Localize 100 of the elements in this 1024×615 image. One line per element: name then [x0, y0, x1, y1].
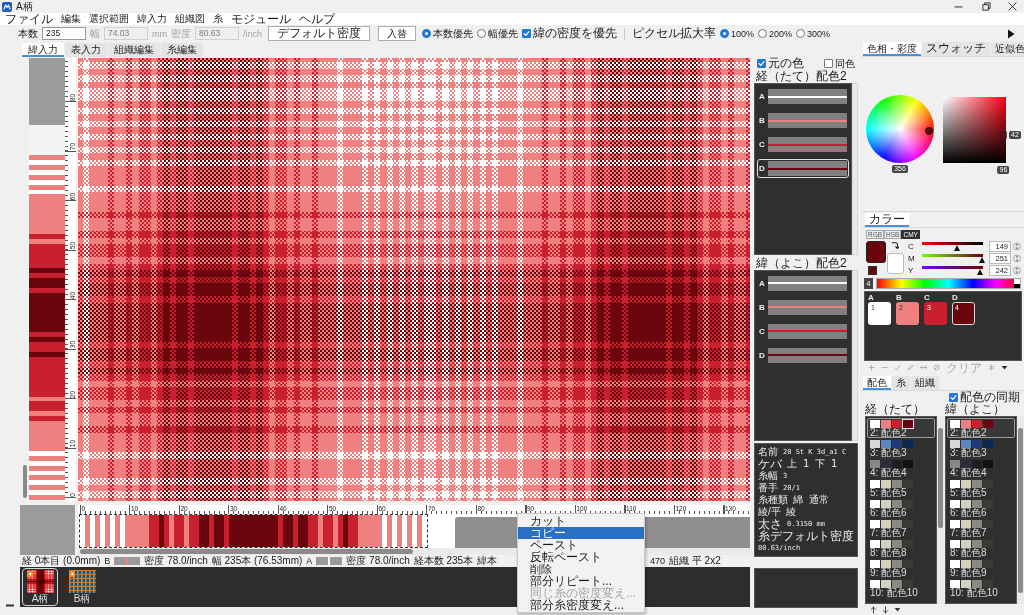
color-set-item[interactable]: 4: 配色4 [947, 458, 1015, 478]
menu-item[interactable]: 緯入力 [133, 13, 171, 25]
tab[interactable]: 色相・彩度 [863, 42, 921, 56]
color-set-item[interactable]: 5: 配色5 [947, 478, 1015, 498]
menu-item[interactable]: 選択範囲 [85, 13, 133, 25]
color-set-label: 4: 配色4 [870, 468, 908, 478]
menu-item[interactable]: モジュール [227, 13, 295, 25]
toolbar-button[interactable]: デフォルト密度 [268, 26, 370, 41]
menu-item[interactable]: 部分糸密度変え... [518, 599, 644, 611]
tab[interactable]: カラー [865, 213, 909, 227]
spinner-icon[interactable] [1013, 240, 1021, 252]
spinner-icon[interactable] [1013, 252, 1021, 264]
yarn-row[interactable]: C [757, 135, 849, 154]
arrow-down-icon[interactable] [882, 605, 889, 614]
pattern-thumbnail[interactable]: B柄 [64, 568, 100, 606]
tab[interactable]: 組織 [911, 376, 939, 390]
scrollbar-track[interactable] [852, 83, 858, 255]
small-color-swatch[interactable] [868, 266, 877, 275]
scrollbar-track[interactable] [852, 269, 858, 441]
palette-letter: A [868, 293, 875, 302]
menu-item[interactable]: ヘルプ [295, 13, 339, 25]
minus-icon[interactable] [6, 604, 14, 607]
caret-right-icon[interactable] [1007, 28, 1015, 39]
color-set-item[interactable]: 10: 配色10 [947, 578, 1015, 598]
spectrum-bar[interactable] [876, 277, 1021, 289]
yarn-row[interactable]: C [757, 321, 849, 341]
yarn-row[interactable]: A [757, 87, 849, 106]
color-set-item[interactable]: 7: 配色7 [947, 518, 1015, 538]
hue-marker[interactable] [925, 127, 934, 136]
color-set-item[interactable]: 9: 配色9 [867, 558, 935, 578]
toolbar-button[interactable]: 入替 [378, 26, 416, 41]
color-set-item[interactable]: 4: 配色4 [867, 458, 935, 478]
tab[interactable]: 近似色 [991, 42, 1024, 56]
color-set-item[interactable]: 2: 配色2 [947, 418, 1015, 438]
caret-down-icon[interactable] [894, 606, 901, 613]
preview-panel [20, 505, 75, 555]
radio-button[interactable] [720, 29, 729, 38]
scrollbar-thumb[interactable] [22, 465, 27, 498]
radio-button[interactable] [758, 29, 768, 38]
menu-item[interactable]: 組織図 [171, 13, 209, 25]
color-set-item[interactable]: 9: 配色9 [947, 558, 1015, 578]
scrollbar-thumb[interactable] [938, 428, 943, 528]
menu-item[interactable]: 糸 [209, 13, 227, 25]
scrollbar-thumb[interactable] [80, 549, 413, 554]
color-set-item[interactable]: 10: 配色10 [867, 578, 935, 598]
color-set-item[interactable]: 7: 配色7 [867, 518, 935, 538]
saturation-brightness-square[interactable] [943, 97, 1006, 163]
scrollbar-thumb[interactable] [1018, 428, 1023, 593]
yarn-row[interactable]: A [757, 273, 849, 293]
color-set-item[interactable]: 3: 配色3 [947, 438, 1015, 458]
color-set-item[interactable]: 3: 配色3 [867, 438, 935, 458]
yarn-row[interactable]: B [757, 111, 849, 130]
menu-item[interactable]: 反転ペースト [518, 551, 644, 563]
radio-button[interactable] [796, 29, 806, 38]
checkbox[interactable] [949, 392, 958, 402]
menu-item: 同じ糸の密度変え... [529, 587, 637, 599]
color-set-item[interactable]: 8: 配色8 [947, 538, 1015, 558]
tab[interactable]: 表入力 [65, 43, 107, 57]
tab[interactable]: 糸編集 [161, 43, 203, 57]
color-set-item[interactable]: 6: 配色6 [947, 498, 1015, 518]
scrollbar-track[interactable] [1017, 416, 1024, 604]
menu-item[interactable]: 編集 [57, 13, 85, 25]
color-set-item[interactable]: 8: 配色8 [867, 538, 935, 558]
tab[interactable]: 糸 [892, 376, 910, 390]
menu-item[interactable]: カット [518, 515, 644, 527]
tab[interactable]: 組織編集 [108, 43, 160, 57]
spinner-icon[interactable] [1013, 264, 1021, 276]
menu-item[interactable]: 部分リピート... [518, 575, 644, 587]
swap-arrow-icon[interactable] [891, 241, 899, 250]
field-label: 本数 [18, 26, 38, 41]
number-field[interactable]: 235 [42, 27, 86, 40]
yarn-row[interactable]: B [757, 297, 849, 317]
saturation-brightness-marker[interactable] [999, 131, 1007, 139]
yarn-row[interactable]: D [757, 345, 849, 365]
color-set-label: 4: 配色4 [950, 468, 988, 478]
tab[interactable]: 緯入力 [22, 43, 64, 57]
checkbox[interactable] [824, 59, 833, 68]
arrow-up-icon[interactable] [870, 605, 877, 614]
color-set-label: 9: 配色9 [870, 568, 908, 578]
checkbox[interactable] [757, 59, 766, 68]
radio-button[interactable] [422, 29, 431, 38]
tab[interactable]: スウォッチ [922, 42, 990, 56]
color-set-item[interactable]: 5: 配色5 [867, 478, 935, 498]
secondary-color-swatch[interactable] [887, 253, 904, 274]
scrollbar-track[interactable] [937, 416, 944, 604]
checkbox[interactable] [522, 29, 531, 38]
color-set-label: 9: 配色9 [950, 568, 988, 578]
menu-item[interactable]: ペースト [518, 539, 644, 551]
yarn-row[interactable]: D [757, 159, 849, 178]
menu-item[interactable]: ファイル [1, 13, 57, 25]
menu-item[interactable]: 削除 [518, 563, 644, 575]
menu-item[interactable]: コピー [518, 527, 644, 539]
checkbox-label: 同色 [835, 56, 855, 70]
radio-button[interactable] [477, 29, 486, 38]
pattern-thumbnail[interactable]: A柄 [22, 568, 58, 606]
caret-down-icon[interactable] [1001, 364, 1008, 371]
current-color-swatch[interactable] [866, 241, 886, 263]
status-text: B [104, 555, 111, 567]
color-set-item[interactable]: 6: 配色6 [867, 498, 935, 518]
tab[interactable]: 配色 [863, 376, 891, 390]
